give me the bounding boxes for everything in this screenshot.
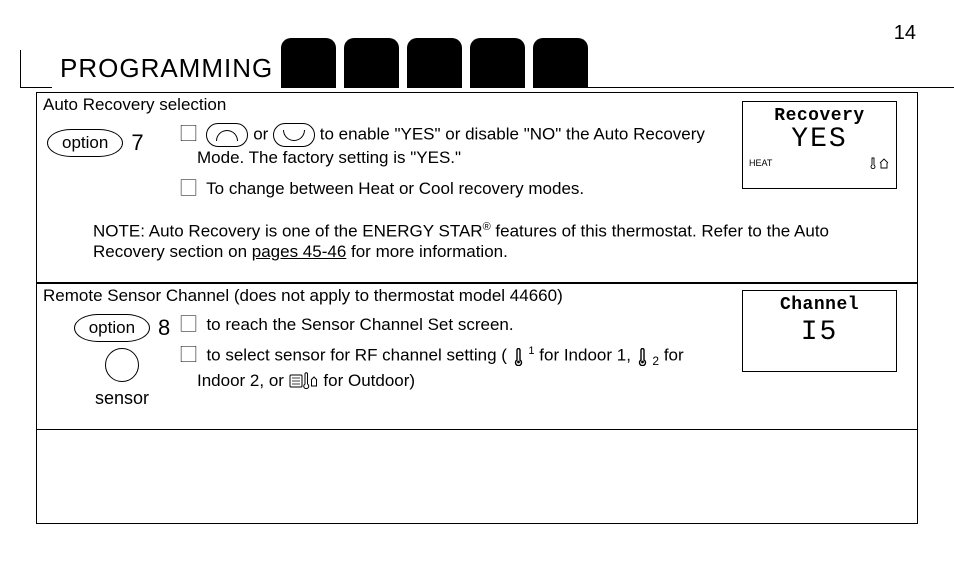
instr-part-b: for Indoor 1, — [539, 346, 631, 365]
page-header: PROGRAMMING — [20, 38, 954, 88]
option-label-group: option 7 — [47, 123, 197, 157]
lcd-line2: YES — [749, 124, 890, 155]
arc-down-icon — [283, 130, 305, 141]
instructions: ⃞ to reach the Sensor Channel Set screen… — [197, 314, 717, 401]
thumb-tab — [344, 38, 399, 88]
outdoor-sensor-icon — [289, 371, 324, 390]
instructions: ⃞ or to enable "YES" or disable "NO" the… — [197, 123, 717, 209]
thermometer-icon — [636, 346, 653, 365]
content-frame: Auto Recovery selection Recovery YES HEA… — [36, 92, 918, 524]
registered-mark: ® — [483, 221, 491, 233]
thumb-tab — [407, 38, 462, 88]
sensor-label: sensor — [95, 388, 149, 409]
lcd-footer: HEAT — [749, 155, 890, 169]
option-button[interactable]: option — [74, 314, 150, 342]
thumb-tab — [281, 38, 336, 88]
down-button[interactable] — [273, 123, 315, 147]
instruction-text: to reach the Sensor Channel Set screen. — [206, 315, 513, 334]
page-reference-link[interactable]: pages 45-46 — [252, 242, 347, 261]
note-part1: NOTE: Auto Recovery is one of the ENERGY… — [93, 222, 483, 241]
section-remote-sensor: Remote Sensor Channel (does not apply to… — [37, 283, 917, 430]
arc-up-icon — [216, 130, 238, 141]
header-rule-left — [20, 50, 52, 88]
instruction-text: To change between Heat or Cool recovery … — [206, 179, 584, 198]
header-rule-right — [588, 87, 954, 88]
note-part3: for more information. — [346, 242, 508, 261]
lcd-preview-channel: Channel I5 — [742, 290, 897, 372]
option-number: 8 — [158, 315, 170, 341]
lcd-line1: Channel — [749, 295, 890, 315]
lcd-line1: Recovery — [749, 106, 890, 126]
thumb-tab — [470, 38, 525, 88]
option-sensor-group: option 8 sensor — [47, 314, 197, 409]
option-button[interactable]: option — [47, 129, 123, 157]
thumb-tab — [533, 38, 588, 88]
manual-page: 14 PROGRAMMING Auto Recovery selection R… — [0, 0, 954, 564]
sensor-button[interactable] — [105, 348, 139, 382]
note-text: NOTE: Auto Recovery is one of the ENERGY… — [37, 215, 917, 274]
lcd-heat-label: HEAT — [749, 158, 772, 168]
page-title: PROGRAMMING — [52, 53, 281, 88]
footer-spacer — [37, 430, 917, 464]
thermometer-house-icon — [870, 157, 890, 169]
thumb-tabs — [281, 38, 588, 88]
up-button[interactable] — [206, 123, 248, 147]
instr-part-a: to select sensor for RF channel setting … — [206, 346, 506, 365]
section-auto-recovery: Auto Recovery selection Recovery YES HEA… — [37, 93, 917, 283]
lcd-preview-recovery: Recovery YES HEAT — [742, 101, 897, 189]
thermometer-icon — [512, 346, 529, 365]
option-number: 7 — [131, 130, 143, 156]
or-text: or — [253, 124, 268, 143]
superscript-1: 1 — [528, 345, 534, 357]
lcd-line2: I5 — [749, 317, 890, 348]
instr-part-d: for Outdoor) — [323, 371, 415, 390]
subscript-2: 2 — [652, 355, 659, 369]
